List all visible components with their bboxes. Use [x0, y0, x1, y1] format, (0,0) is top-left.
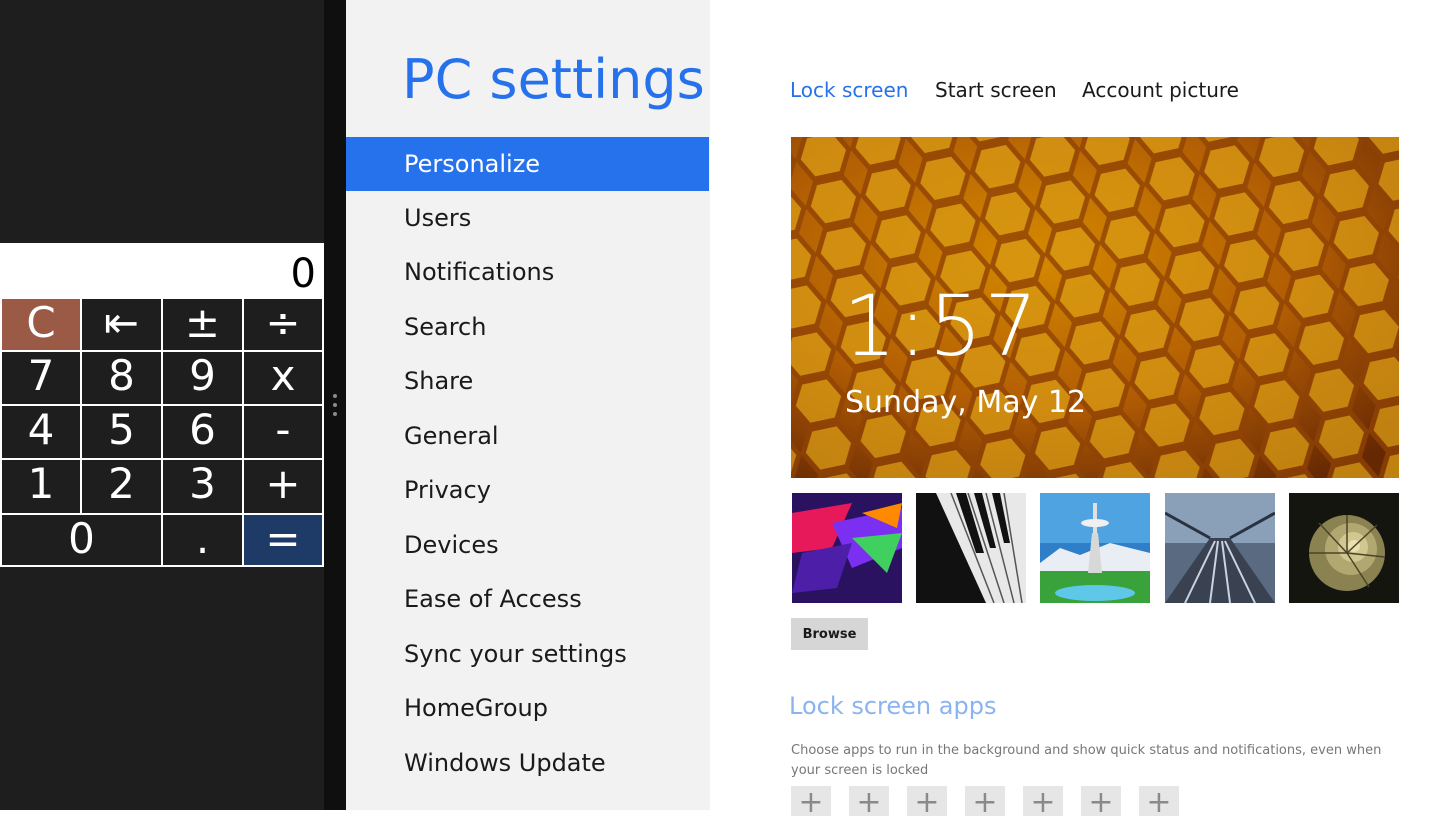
key-0[interactable]: 0: [0, 513, 163, 567]
add-app-slot-5[interactable]: +: [1023, 786, 1063, 820]
personalize-content: Lock screen Start screen Account picture…: [710, 0, 1440, 820]
train-tracks-thumbnail[interactable]: [1165, 493, 1275, 603]
key-1[interactable]: 1: [0, 458, 82, 515]
settings-nav-pane: PC settings Personalize Users Notificati…: [346, 0, 710, 810]
nav-item-users[interactable]: Users: [346, 191, 709, 245]
key-4[interactable]: 4: [0, 404, 82, 460]
grip-dot: [333, 394, 337, 398]
nautilus-shell-thumbnail[interactable]: [1289, 493, 1399, 603]
plus-minus-key[interactable]: ±: [161, 297, 244, 352]
nav-item-sync-your-settings[interactable]: Sync your settings: [346, 627, 709, 681]
key-9[interactable]: 9: [161, 350, 244, 406]
divide-key[interactable]: ÷: [242, 297, 324, 352]
calculator-display: 0: [0, 243, 324, 297]
tab-lock-screen[interactable]: Lock screen: [790, 78, 908, 102]
lock-screen-apps-heading: Lock screen apps: [789, 692, 997, 720]
page-title: PC settings: [402, 48, 705, 111]
add-app-slot-7[interactable]: +: [1139, 786, 1179, 820]
grip-dot: [333, 403, 337, 407]
piano-keys-thumbnail[interactable]: [916, 493, 1026, 603]
nav-item-share[interactable]: Share: [346, 354, 709, 408]
nav-item-notifications[interactable]: Notifications: [346, 245, 709, 299]
lock-screen-apps-description: Choose apps to run in the background and…: [791, 743, 1382, 778]
nav-item-personalize[interactable]: Personalize: [346, 137, 709, 191]
space-needle-thumbnail[interactable]: [1040, 493, 1150, 603]
plus-key[interactable]: +: [242, 458, 324, 515]
tab-start-screen[interactable]: Start screen: [935, 78, 1057, 102]
grip-dot: [333, 412, 337, 416]
add-app-slot-2[interactable]: +: [849, 786, 889, 820]
tab-account-picture[interactable]: Account picture: [1082, 78, 1239, 102]
nav-item-search[interactable]: Search: [346, 300, 709, 354]
nav-item-privacy[interactable]: Privacy: [346, 463, 709, 517]
nav-item-general[interactable]: General: [346, 409, 709, 463]
calculator-app: 0 C ⇤ ± ÷ 7 8 9 x 4 5 6 - 1 2 3 + 0 . =: [0, 0, 324, 810]
key-6[interactable]: 6: [161, 404, 244, 460]
snap-splitter[interactable]: [324, 0, 346, 810]
key-7[interactable]: 7: [0, 350, 82, 406]
nav-item-homegroup[interactable]: HomeGroup: [346, 681, 709, 735]
key-8[interactable]: 8: [80, 350, 163, 406]
add-app-slot-6[interactable]: +: [1081, 786, 1121, 820]
minus-key[interactable]: -: [242, 404, 324, 460]
add-app-slot-4[interactable]: +: [965, 786, 1005, 820]
key-3[interactable]: 3: [161, 458, 244, 515]
nav-item-windows-update[interactable]: Windows Update: [346, 736, 709, 790]
backspace-key[interactable]: ⇤: [80, 297, 163, 352]
decimal-key[interactable]: .: [161, 513, 244, 567]
browse-button[interactable]: Browse: [791, 618, 868, 650]
nav-item-ease-of-access[interactable]: Ease of Access: [346, 572, 709, 626]
multiply-key[interactable]: x: [242, 350, 324, 406]
key-2[interactable]: 2: [80, 458, 163, 515]
nav-item-devices[interactable]: Devices: [346, 518, 709, 572]
lock-screen-date: Sunday, May 12: [845, 385, 1087, 420]
add-app-slot-3[interactable]: +: [907, 786, 947, 820]
lock-screen-time: 1:57: [843, 277, 1040, 375]
abstract-colors-thumbnail[interactable]: [792, 493, 902, 603]
equals-key[interactable]: =: [242, 513, 324, 567]
add-app-slot-1[interactable]: +: [791, 786, 831, 820]
clear-key[interactable]: C: [0, 297, 82, 352]
key-5[interactable]: 5: [80, 404, 163, 460]
lock-screen-preview: 1:57 Sunday, May 12: [791, 137, 1399, 478]
